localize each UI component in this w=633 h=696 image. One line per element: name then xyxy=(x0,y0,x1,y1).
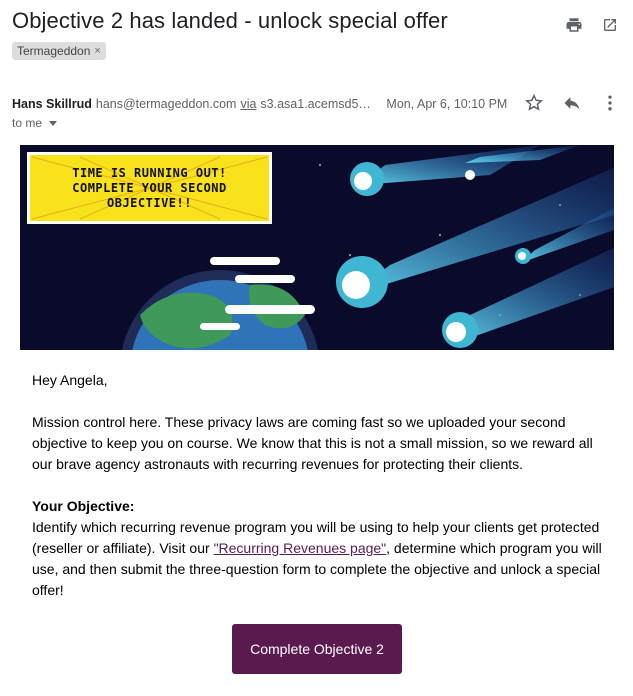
email-body: Hey Angela, Mission control here. These … xyxy=(32,370,612,601)
open-in-new-window-icon[interactable] xyxy=(599,14,621,36)
intro-paragraph: Mission control here. These privacy laws… xyxy=(32,414,593,472)
objective-paragraph: Identify which recurring revenue program… xyxy=(32,517,612,601)
complete-objective-button[interactable]: Complete Objective 2 xyxy=(232,624,402,674)
sender-name[interactable]: Hans Skillrud xyxy=(12,97,92,111)
email-date: Mon, Apr 6, 10:10 PM xyxy=(386,97,508,111)
chevron-down-icon[interactable] xyxy=(49,120,58,126)
via-link[interactable]: via xyxy=(240,97,256,111)
email-banner-image: TIME IS RUNNING OUT! COMPLETE YOUR SECON… xyxy=(20,145,614,350)
banner-line-2: COMPLETE YOUR SECOND xyxy=(72,180,227,195)
print-icon[interactable] xyxy=(563,14,585,36)
sender-email: hans@termageddon.com xyxy=(95,97,237,111)
recipient-row: to me xyxy=(12,116,58,130)
objective-heading: Your Objective: xyxy=(32,498,135,514)
reply-icon[interactable] xyxy=(561,92,583,114)
sender-row: Hans Skillrud hans@termageddon.com via s… xyxy=(12,92,621,114)
message-actions xyxy=(523,92,621,114)
via-host: s3.asa1.acemsd5… xyxy=(260,97,371,111)
greeting: Hey Angela, xyxy=(32,372,108,388)
remove-label-icon[interactable]: × xyxy=(94,45,100,57)
banner-headline: TIME IS RUNNING OUT! COMPLETE YOUR SECON… xyxy=(27,152,272,224)
subject-actions xyxy=(563,14,621,36)
recipient-label: to me xyxy=(12,116,43,130)
email-subject: Objective 2 has landed - unlock special … xyxy=(12,8,448,33)
banner-line-3: OBJECTIVE!! xyxy=(107,195,192,210)
more-vertical-icon[interactable] xyxy=(599,92,621,114)
subject-row: Objective 2 has landed - unlock special … xyxy=(12,8,633,40)
star-icon[interactable] xyxy=(523,92,545,114)
label-chip-text: Termageddon xyxy=(17,44,91,58)
label-chip: Termageddon × xyxy=(12,42,106,60)
recurring-revenues-link[interactable]: "Recurring Revenues page" xyxy=(214,540,387,556)
banner-line-1: TIME IS RUNNING OUT! xyxy=(72,165,227,180)
